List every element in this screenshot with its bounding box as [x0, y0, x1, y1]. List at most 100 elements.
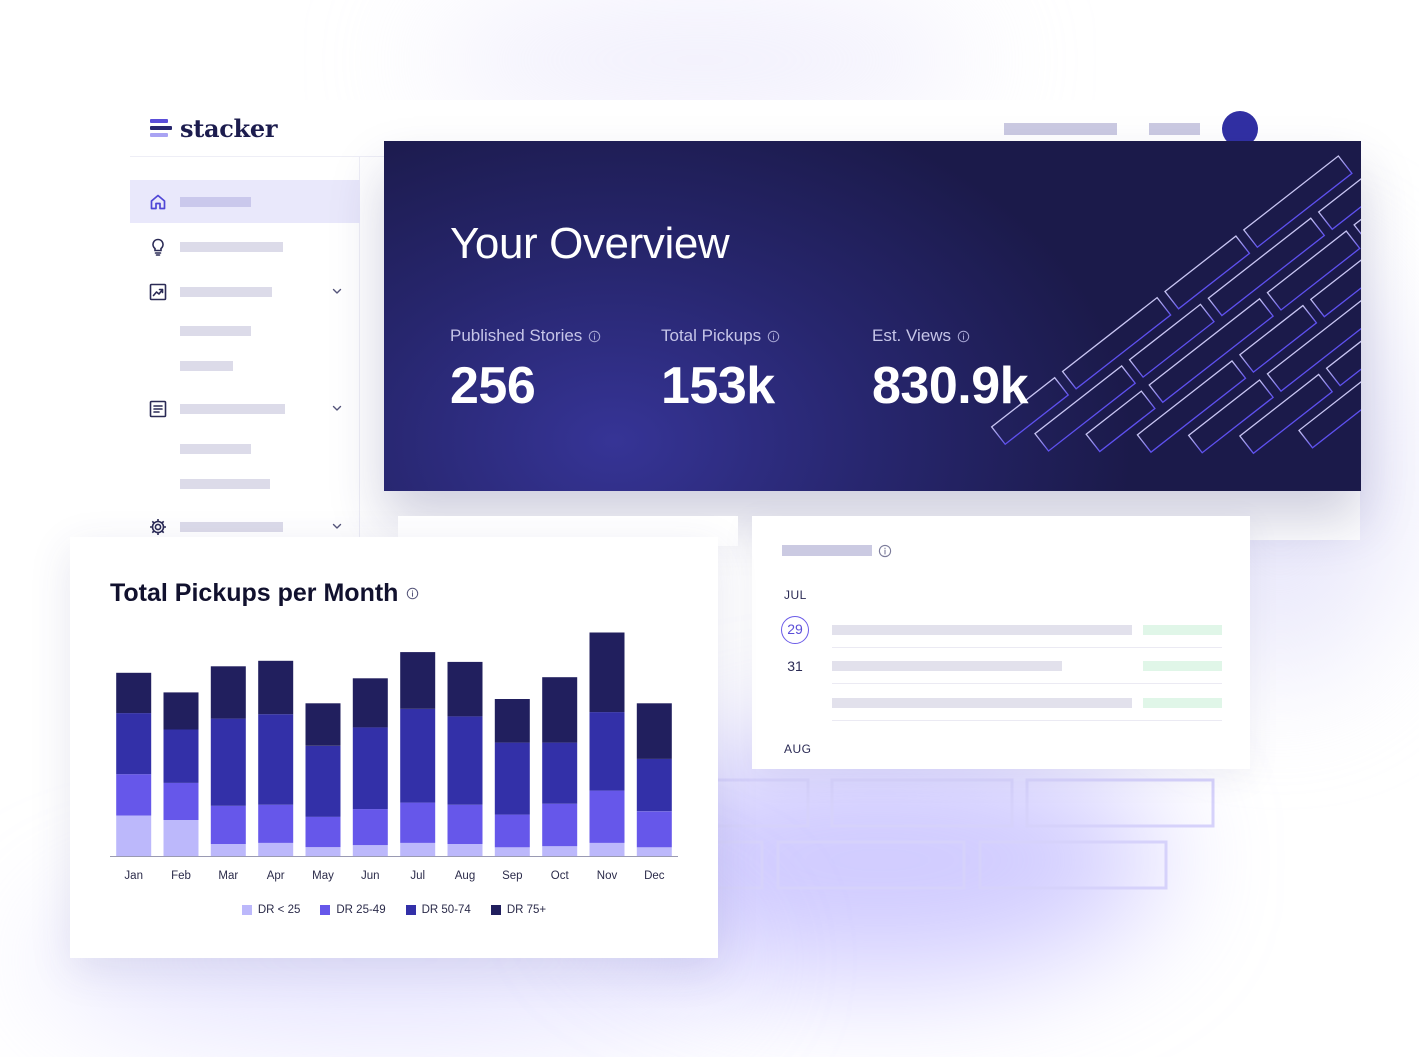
bar-segment-apr-2[interactable]	[258, 714, 294, 805]
bar-segment-jul-0[interactable]	[400, 842, 436, 856]
bar-segment-jan-2[interactable]	[116, 713, 152, 775]
bar-segment-feb-2[interactable]	[163, 729, 199, 783]
status-badge-placeholder	[1143, 661, 1222, 671]
top-nav-placeholder[interactable]	[1004, 123, 1117, 135]
top-nav-placeholder[interactable]	[1149, 123, 1200, 135]
bar-segment-feb-1[interactable]	[163, 782, 199, 820]
bar-segment-feb-0[interactable]	[163, 820, 199, 856]
stat-label: Est. Views	[872, 326, 952, 345]
bar-segment-nov-0[interactable]	[589, 842, 625, 856]
bar-segment-aug-0[interactable]	[447, 844, 483, 856]
legend-item[interactable]: DR 25-49	[320, 904, 386, 916]
decorative-bricks	[700, 778, 1215, 890]
x-tick-label: Apr	[267, 870, 285, 882]
bar-segment-may-1[interactable]	[305, 816, 341, 848]
bar-segment-nov-3[interactable]	[589, 632, 625, 713]
bar-segment-sep-1[interactable]	[494, 814, 530, 848]
stacker-logo[interactable]: stacker	[150, 114, 278, 143]
calendar-day-today[interactable]: 29	[781, 616, 809, 644]
bar-segment-dec-3[interactable]	[636, 703, 672, 759]
bar-segment-jul-3[interactable]	[400, 652, 436, 709]
bar-segment-oct-3[interactable]	[542, 677, 578, 743]
info-icon[interactable]	[588, 330, 601, 343]
legend-item[interactable]: DR 75+	[490, 904, 547, 916]
sidebar-item-label-placeholder	[180, 287, 272, 297]
info-icon[interactable]	[767, 330, 780, 343]
bar-segment-jan-1[interactable]	[116, 774, 152, 816]
x-tick-label: Oct	[551, 870, 570, 882]
stacker-logo-icon	[150, 118, 172, 140]
bar-segment-dec-1[interactable]	[636, 811, 672, 848]
row-title-placeholder[interactable]	[832, 661, 1062, 671]
sidebar-subitem-placeholder[interactable]	[180, 444, 251, 454]
legend-label: DR 50-74	[421, 904, 471, 916]
bar-segment-sep-2[interactable]	[494, 742, 530, 815]
bar-segment-apr-0[interactable]	[258, 842, 294, 856]
bar-segment-mar-1[interactable]	[210, 805, 246, 844]
bar-segment-aug-1[interactable]	[447, 804, 483, 844]
bar-segment-mar-0[interactable]	[210, 844, 246, 856]
bar-segment-dec-0[interactable]	[636, 847, 672, 856]
chevron-down-icon	[332, 288, 342, 294]
legend-label: DR 75+	[506, 904, 547, 916]
bar-segment-nov-1[interactable]	[589, 790, 625, 843]
stat-label: Total Pickups	[661, 326, 762, 345]
legend-swatch	[405, 905, 416, 915]
bar-segment-mar-3[interactable]	[210, 666, 246, 719]
bar-segment-jul-1[interactable]	[400, 802, 436, 843]
month-label: AUG	[784, 742, 812, 756]
sidebar-subitem-placeholder[interactable]	[180, 361, 233, 371]
brand-name: stacker	[180, 114, 278, 143]
row-title-placeholder[interactable]	[832, 625, 1132, 635]
info-icon[interactable]	[878, 544, 892, 558]
x-tick-label: Sep	[502, 870, 522, 882]
overview-banner: Your Overview Published Stories 256 Tota…	[384, 141, 1361, 491]
bar-segment-jan-3[interactable]	[116, 672, 152, 714]
bar-segment-aug-3[interactable]	[447, 661, 483, 717]
sidebar-item-label-placeholder	[180, 404, 285, 414]
sidebar-item-ideas[interactable]	[130, 225, 360, 268]
legend-item[interactable]: DR < 25	[241, 904, 300, 916]
bar-segment-jun-1[interactable]	[352, 809, 388, 846]
bar-segment-jun-2[interactable]	[352, 727, 388, 810]
bar-segment-mar-2[interactable]	[210, 718, 246, 806]
bar-segment-nov-2[interactable]	[589, 712, 625, 791]
bar-segment-oct-1[interactable]	[542, 803, 578, 847]
bar-segment-sep-3[interactable]	[494, 699, 530, 743]
bar-segment-apr-3[interactable]	[258, 660, 294, 715]
calendar-day[interactable]: 31	[780, 654, 810, 678]
bar-segment-jun-3[interactable]	[352, 678, 388, 728]
x-tick-label: Jul	[410, 870, 425, 882]
bar-segment-dec-2[interactable]	[636, 758, 672, 812]
bar-segment-sep-0[interactable]	[494, 847, 530, 856]
x-tick-label: Mar	[218, 870, 238, 882]
sidebar-item-home[interactable]	[130, 180, 360, 223]
bar-segment-oct-0[interactable]	[542, 846, 578, 856]
x-tick-label: Jan	[124, 870, 143, 882]
bar-segment-may-0[interactable]	[305, 847, 341, 856]
bar-segment-jun-0[interactable]	[352, 845, 388, 856]
sidebar-subitem-placeholder[interactable]	[180, 479, 270, 489]
sidebar-item-analytics[interactable]	[130, 270, 360, 313]
bar-segment-aug-2[interactable]	[447, 716, 483, 805]
bar-segment-jan-0[interactable]	[116, 815, 152, 856]
bar-segment-feb-3[interactable]	[163, 692, 199, 730]
bar-segment-oct-2[interactable]	[542, 742, 578, 804]
info-icon[interactable]	[957, 330, 970, 343]
sidebar-item-stories[interactable]	[130, 387, 360, 430]
divider	[832, 647, 1222, 648]
stat-value: 830.9k	[872, 357, 1029, 415]
legend-swatch	[490, 905, 501, 915]
pipeline-card: JUL 29 31 AUG	[752, 516, 1250, 769]
status-badge-placeholder	[1143, 698, 1222, 708]
pickups-chart-card: Total Pickups per Month Jan Feb Mar Apr May J…	[70, 537, 718, 958]
card-title-placeholder	[782, 545, 872, 556]
bar-segment-jul-2[interactable]	[400, 708, 436, 803]
bar-segment-may-3[interactable]	[305, 703, 341, 746]
legend-item[interactable]: DR 50-74	[405, 904, 471, 916]
bar-segment-may-2[interactable]	[305, 745, 341, 817]
sidebar-subitem-placeholder[interactable]	[180, 326, 251, 336]
bar-segment-apr-1[interactable]	[258, 804, 294, 843]
row-title-placeholder[interactable]	[832, 698, 1132, 708]
stat-est-views: Est. Views 830.9k	[872, 326, 1029, 416]
